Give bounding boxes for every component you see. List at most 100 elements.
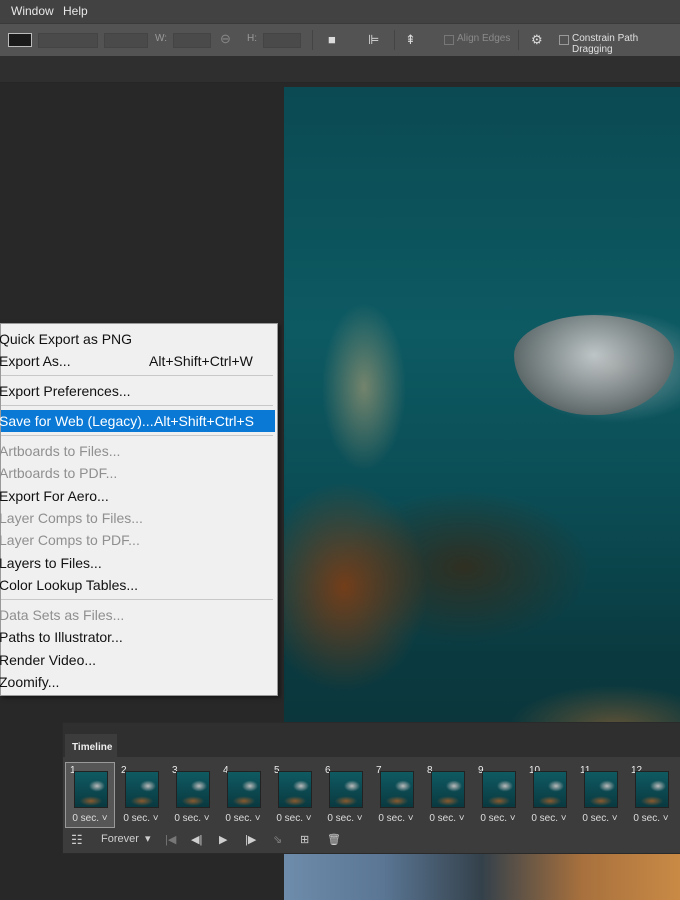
width-label: W: <box>155 33 168 44</box>
constrain-path-label: Constrain Path Dragging <box>572 33 639 55</box>
timeline-frame[interactable]: 90 sec. ˅ <box>474 763 522 827</box>
timeline-frame[interactable]: 110 sec. ˅ <box>576 763 624 827</box>
menu-item-export-for-aero[interactable]: Export For Aero... <box>0 485 275 507</box>
tween-icon[interactable]: ⇘ <box>273 833 282 846</box>
sieve-graphic <box>514 315 674 415</box>
stroke-swatch[interactable] <box>8 33 32 47</box>
frame-delay-dropdown[interactable]: 0 sec. ˅ <box>168 813 216 824</box>
path-alignment-icon[interactable]: ⊫ <box>368 32 379 48</box>
frame-delay-dropdown[interactable]: 0 sec. ˅ <box>525 813 573 824</box>
menu-item-shortcut: Alt+Shift+Ctrl+S <box>154 413 254 429</box>
frame-thumbnail <box>74 771 108 808</box>
separator <box>394 30 395 50</box>
menu-item-label: Layers to Files... <box>0 555 102 571</box>
menu-help[interactable]: Help <box>63 4 88 18</box>
trash-icon[interactable]: 🗑 <box>327 833 341 846</box>
menu-item-label: Render Video... <box>0 652 97 668</box>
menu-item-label: Layer Comps to PDF... <box>0 532 140 548</box>
previous-frame-icon[interactable]: ◀| <box>191 833 202 846</box>
timeline-frame[interactable]: 30 sec. ˅ <box>168 763 216 827</box>
align-edges-checkbox[interactable] <box>444 35 454 45</box>
menu-item-label: Export For Aero... <box>0 488 109 504</box>
menu-item-artboards-to-pdf: Artboards to PDF... <box>0 462 275 484</box>
timeline-frame[interactable]: 80 sec. ˅ <box>423 763 471 827</box>
timeline-frame[interactable]: 40 sec. ˅ <box>219 763 267 827</box>
menu-item-label: Quick Export as PNG <box>0 331 133 347</box>
frame-delay-dropdown[interactable]: 0 sec. ˅ <box>423 813 471 824</box>
menu-separator <box>1 405 273 406</box>
frame-thumbnail <box>635 771 669 808</box>
link-icon[interactable]: ⊖ <box>220 31 231 47</box>
menu-item-data-sets-as-files: Data Sets as Files... <box>0 604 275 626</box>
frame-delay-dropdown[interactable]: 0 sec. ˅ <box>627 813 675 824</box>
duplicate-frame-icon[interactable]: ⊞ <box>300 833 309 846</box>
timeline-frame[interactable]: 20 sec. ˅ <box>117 763 165 827</box>
timeline-frame[interactable]: 60 sec. ˅ <box>321 763 369 827</box>
menu-item-label: Color Lookup Tables... <box>0 577 139 593</box>
path-arrangement-icon[interactable]: ⇞ <box>405 32 416 48</box>
menu-item-paths-to-illustrator[interactable]: Paths to Illustrator... <box>0 626 275 648</box>
frame-delay-dropdown[interactable]: 0 sec. ˅ <box>219 813 267 824</box>
timeline-frame[interactable]: 10 sec. ˅ <box>65 762 115 828</box>
constrain-path-checkbox[interactable] <box>559 35 569 45</box>
separator <box>518 30 519 50</box>
path-operations-icon[interactable]: ■ <box>328 32 336 47</box>
play-icon[interactable]: ▶ <box>219 833 227 846</box>
menu-separator <box>1 375 273 376</box>
frame-delay-dropdown[interactable]: 0 sec. ˅ <box>66 813 114 824</box>
menu-item-save-for-web[interactable]: Save for Web (Legacy)... Alt+Shift+Ctrl+S <box>0 410 275 432</box>
frame-thumbnail <box>227 771 261 808</box>
menu-item-layer-comps-to-files: Layer Comps to Files... <box>0 507 275 529</box>
height-field[interactable] <box>263 33 301 48</box>
frame-delay-dropdown[interactable]: 0 sec. ˅ <box>576 813 624 824</box>
timeline-frame[interactable]: 120 sec. ˅ <box>627 763 675 827</box>
tab-label: Timeline <box>72 742 113 753</box>
timeline-frame[interactable]: 50 sec. ˅ <box>270 763 318 827</box>
frame-delay-dropdown[interactable]: 0 sec. ˅ <box>321 813 369 824</box>
menu-item-export-as[interactable]: Export As... Alt+Shift+Ctrl+W <box>0 350 275 372</box>
menu-item-label: Artboards to PDF... <box>0 465 118 481</box>
timeline-panel: Timeline 10 sec. ˅ 2 0 sec. ˅ 3 0 sec. ˅ 4 0 s… <box>62 722 680 854</box>
stroke-type-dropdown[interactable] <box>104 33 148 48</box>
loop-options-dropdown[interactable]: Forever <box>101 833 139 845</box>
chevron-down-icon[interactable]: ▾ <box>145 832 151 845</box>
gear-icon[interactable]: ⚙ <box>531 32 543 48</box>
menu-item-layers-to-files[interactable]: Layers to Files... <box>0 552 275 574</box>
menu-item-layer-comps-to-pdf: Layer Comps to PDF... <box>0 529 275 551</box>
tab-timeline[interactable]: Timeline <box>65 734 117 758</box>
timeline-tab-bar: Timeline <box>63 723 680 758</box>
width-field[interactable] <box>173 33 211 48</box>
menu-item-color-lookup-tables[interactable]: Color Lookup Tables... <box>0 574 275 596</box>
frame-thumbnail <box>176 771 210 808</box>
frame-thumbnail <box>482 771 516 808</box>
frame-thumbnail <box>380 771 414 808</box>
menu-item-export-preferences[interactable]: Export Preferences... <box>0 380 275 402</box>
convert-timeline-icon[interactable]: ☷ <box>71 832 83 848</box>
stroke-width-field[interactable] <box>38 33 98 48</box>
menu-item-label: Export Preferences... <box>0 383 131 399</box>
frame-delay-dropdown[interactable]: 0 sec. ˅ <box>372 813 420 824</box>
menu-item-label: Export As... <box>0 353 71 369</box>
first-frame-icon[interactable]: |◀ <box>165 833 176 846</box>
frame-delay-dropdown[interactable]: 0 sec. ˅ <box>474 813 522 824</box>
menu-separator <box>1 599 273 600</box>
options-bar: W: ⊖ H: ■ ⊫ ⇞ Align Edges ⚙ Constrain Pa… <box>0 23 680 57</box>
frame-thumbnail <box>431 771 465 808</box>
menu-item-label: Save for Web (Legacy)... <box>0 413 154 429</box>
align-edges-label: Align Edges <box>457 33 511 44</box>
frame-delay-dropdown[interactable]: 0 sec. ˅ <box>270 813 318 824</box>
menu-item-artboards-to-files: Artboards to Files... <box>0 440 275 462</box>
menu-item-quick-export-png[interactable]: Quick Export as PNG <box>0 328 275 350</box>
menu-item-label: Zoomify... <box>0 674 60 690</box>
menu-window[interactable]: Window <box>11 4 54 18</box>
separator <box>312 30 313 50</box>
menu-item-shortcut: Alt+Shift+Ctrl+W <box>149 353 253 369</box>
frame-delay-dropdown[interactable]: 0 sec. ˅ <box>117 813 165 824</box>
frame-thumbnail <box>125 771 159 808</box>
menu-item-zoomify[interactable]: Zoomify... <box>0 671 275 693</box>
next-frame-icon[interactable]: |▶ <box>245 833 256 846</box>
timeline-frame[interactable]: 100 sec. ˅ <box>525 763 573 827</box>
menu-item-render-video[interactable]: Render Video... <box>0 649 275 671</box>
export-submenu: Quick Export as PNG Export As... Alt+Shif… <box>0 323 278 696</box>
timeline-frame[interactable]: 70 sec. ˅ <box>372 763 420 827</box>
